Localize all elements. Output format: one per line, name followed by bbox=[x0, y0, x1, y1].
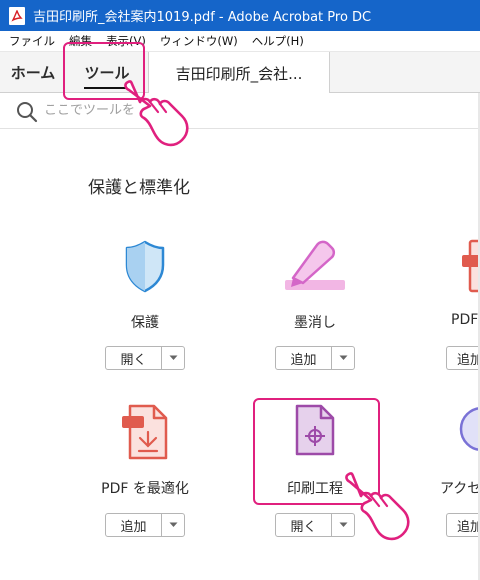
chevron-down-icon[interactable] bbox=[162, 514, 184, 536]
tool-search-input[interactable] bbox=[44, 99, 244, 121]
title-bar: 吉田印刷所_会社案内1019.pdf - Adobe Acrobat Pro D… bbox=[0, 0, 480, 31]
tool-card-optimize: PDF を最適化 追加 bbox=[70, 404, 220, 544]
tab-tools[interactable]: ツール bbox=[66, 52, 148, 93]
optimize-pdf-icon[interactable] bbox=[120, 404, 170, 462]
menu-window[interactable]: ウィンドウ(W) bbox=[160, 33, 238, 49]
tool-search-bar bbox=[0, 93, 480, 129]
tool-button-accessibility[interactable]: 追加 bbox=[446, 513, 480, 537]
tool-button-pdf-standards-label[interactable]: 追加 bbox=[447, 347, 480, 369]
menu-bar: ファイル 編集 表示(V) ウィンドウ(W) ヘルプ(H) bbox=[0, 31, 480, 52]
chevron-down-icon[interactable] bbox=[332, 347, 354, 369]
menu-edit[interactable]: 編集 bbox=[69, 33, 92, 49]
tool-button-redact[interactable]: 追加 bbox=[275, 346, 355, 370]
menu-help[interactable]: ヘルプ(H) bbox=[252, 33, 304, 49]
menu-file[interactable]: ファイル bbox=[9, 33, 55, 49]
tab-tools-label: ツール bbox=[84, 62, 130, 89]
chevron-down-icon[interactable] bbox=[332, 514, 354, 536]
section-title: 保護と標準化 bbox=[88, 178, 190, 198]
tool-button-protect-label[interactable]: 開く bbox=[106, 347, 162, 369]
search-icon bbox=[17, 102, 38, 123]
tool-label-optimize: PDF を最適化 bbox=[101, 481, 189, 497]
tool-button-print-production[interactable]: 開く bbox=[275, 513, 355, 537]
tab-bar: ホーム ツール 吉田印刷所_会社... bbox=[0, 52, 480, 94]
acrobat-app-icon bbox=[9, 6, 25, 25]
tool-button-redact-label[interactable]: 追加 bbox=[276, 347, 332, 369]
tool-button-protect[interactable]: 開く bbox=[105, 346, 185, 370]
tab-home[interactable]: ホーム bbox=[0, 52, 66, 93]
acrobat-window: { "window": { "title": "吉田印刷所_会社案内1019.p… bbox=[0, 0, 480, 580]
tool-button-print-production-label[interactable]: 開く bbox=[276, 514, 332, 536]
tool-card-redact: 墨消し 追加 bbox=[240, 239, 390, 379]
menu-view[interactable]: 表示(V) bbox=[106, 33, 146, 49]
tool-label-protect: 保護 bbox=[131, 315, 159, 331]
chevron-down-icon[interactable] bbox=[162, 347, 184, 369]
tool-button-accessibility-label[interactable]: 追加 bbox=[447, 514, 480, 536]
tool-button-optimize[interactable]: 追加 bbox=[105, 513, 185, 537]
shield-icon[interactable] bbox=[123, 239, 167, 293]
tool-card-accessibility: アクセシ 追加 bbox=[410, 404, 480, 544]
tab-document[interactable]: 吉田印刷所_会社... bbox=[148, 52, 330, 94]
tool-label-print-production: 印刷工程 bbox=[287, 481, 343, 497]
window-title: 吉田印刷所_会社案内1019.pdf - Adobe Acrobat Pro D… bbox=[33, 10, 372, 25]
tool-card-protect: 保護 開く bbox=[70, 239, 220, 379]
tool-button-pdf-standards[interactable]: 追加 bbox=[446, 346, 480, 370]
tool-button-optimize-label[interactable]: 追加 bbox=[106, 514, 162, 536]
tool-label-pdf-standards: PDF bbox=[451, 312, 479, 328]
tab-home-label: ホーム bbox=[10, 64, 56, 82]
tool-label-redact: 墨消し bbox=[294, 315, 336, 331]
tools-content: 保護と標準化 保護 開く 墨消し 追加 PDF 追加 PDF を最適化 追加 印… bbox=[0, 129, 480, 580]
redact-marker-icon[interactable] bbox=[283, 239, 347, 295]
accessibility-icon[interactable] bbox=[458, 406, 480, 452]
tab-document-label: 吉田印刷所_会社... bbox=[175, 64, 303, 83]
tool-card-pdf-standards: PDF 追加 bbox=[410, 239, 480, 379]
pdf-standards-icon[interactable] bbox=[458, 239, 480, 295]
tool-label-accessibility: アクセシ bbox=[440, 481, 480, 497]
print-production-icon[interactable] bbox=[294, 404, 336, 456]
tool-card-print-production: 印刷工程 開く bbox=[240, 404, 390, 544]
